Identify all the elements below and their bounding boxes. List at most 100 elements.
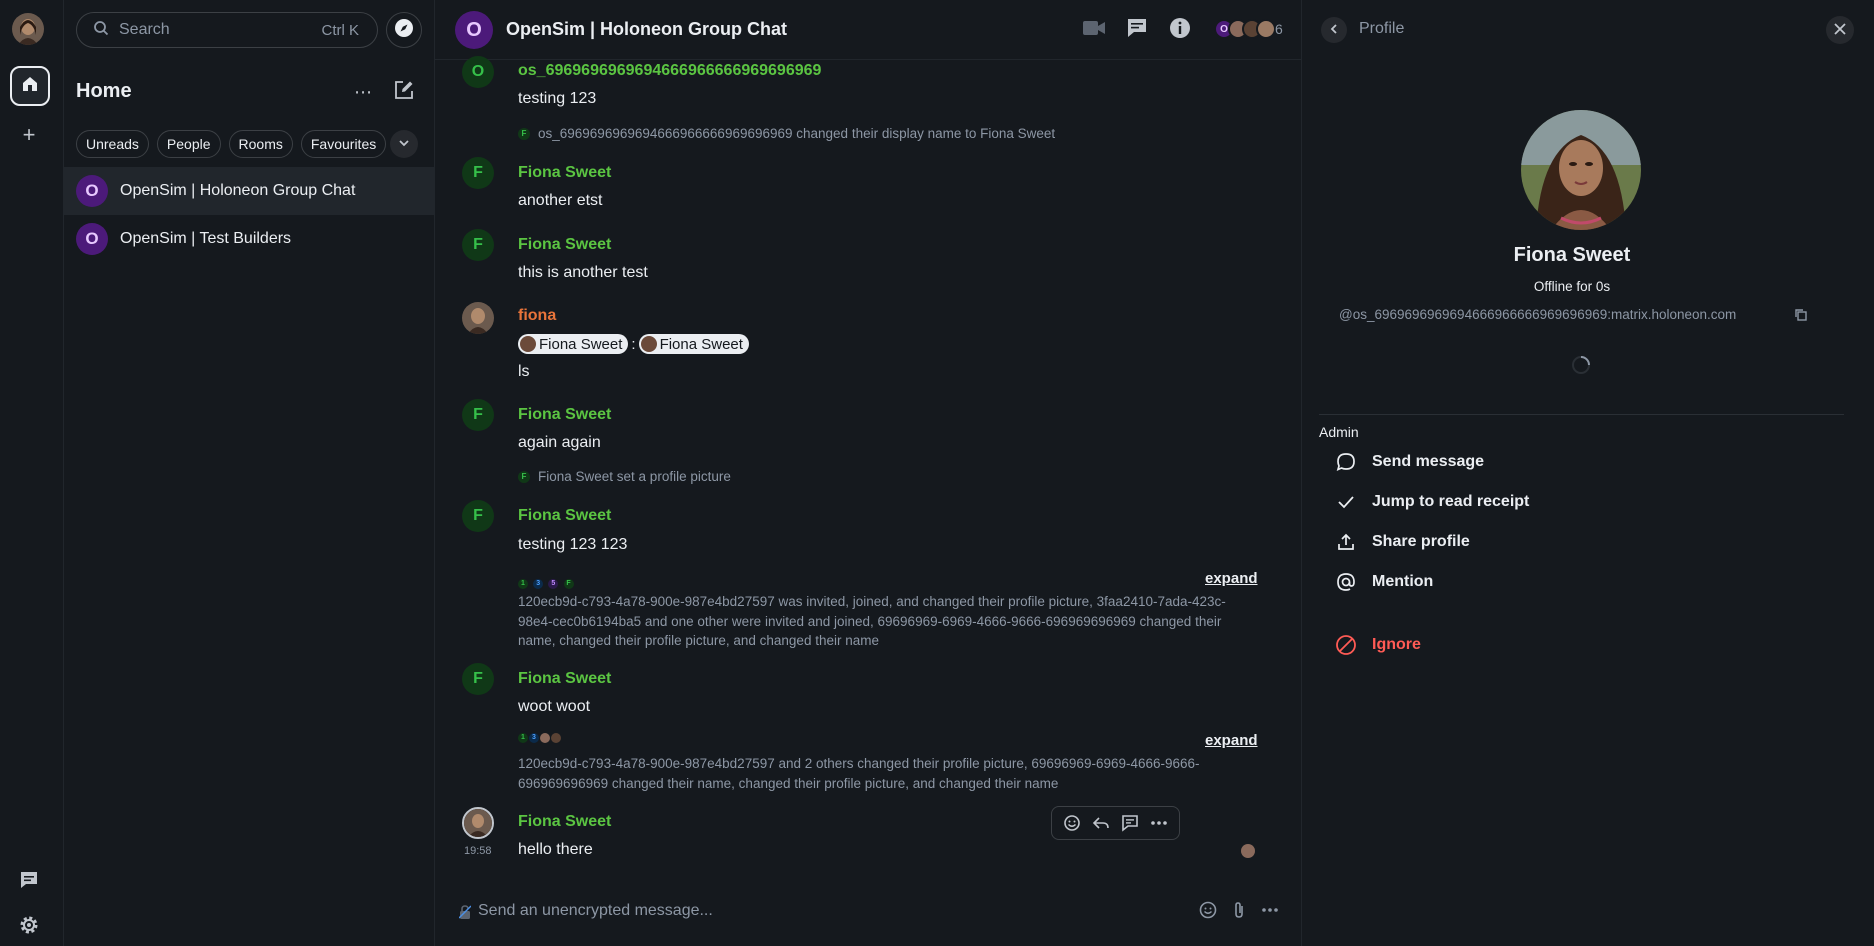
sender-avatar[interactable] (462, 807, 494, 839)
back-button[interactable] (1321, 17, 1347, 43)
summary-avatars: 1 3 (518, 733, 562, 743)
composer-input[interactable]: Send an unencrypted message... (478, 902, 713, 920)
video-call-icon (1083, 20, 1105, 40)
copy-user-id-button[interactable] (1793, 308, 1809, 324)
reply-button[interactable] (1091, 813, 1111, 833)
search-placeholder: Search (119, 21, 170, 38)
sender-name[interactable]: Fiona Sweet (518, 236, 611, 254)
filter-rooms[interactable]: Rooms (228, 130, 293, 158)
message-body: this is another test (518, 264, 648, 281)
summary-line: 120ecb9d-c793-4a78-900e-987e4bd27597 was… (518, 594, 1226, 609)
state-event-avatar: F (518, 127, 530, 140)
user-pill[interactable]: Fiona Sweet (518, 334, 629, 354)
emoji-icon (1062, 813, 1082, 833)
sender-name[interactable]: Fiona Sweet (518, 507, 611, 525)
compass-icon (394, 18, 414, 42)
sender-name[interactable]: Fiona Sweet (518, 813, 611, 831)
home-space-button[interactable] (10, 66, 50, 106)
user-pill-name: Fiona Sweet (659, 335, 743, 353)
filters-dropdown-button[interactable] (390, 130, 418, 158)
summary-line: name, changed their profile picture, and… (518, 633, 879, 648)
message-body: woot woot (518, 698, 591, 715)
room-item-holoneon-group-chat[interactable]: O OpenSim | Holoneon Group Chat (64, 167, 434, 215)
message-body: hello there (518, 841, 593, 858)
expand-summary-link[interactable]: expand (1205, 570, 1258, 587)
chat-bubble-icon (1335, 451, 1357, 473)
action-label: Share profile (1372, 533, 1470, 550)
room-header-avatar[interactable]: O (455, 11, 493, 49)
reply-in-thread-button[interactable] (1120, 813, 1140, 833)
pill-avatar (640, 336, 657, 352)
action-label: Ignore (1372, 636, 1421, 653)
sender-name[interactable]: fiona (518, 307, 556, 325)
jump-to-read-receipt-button[interactable]: Jump to read receipt (1335, 488, 1529, 516)
action-label: Send message (1372, 453, 1485, 470)
loading-spinner-icon (1570, 354, 1592, 376)
emoji-button[interactable] (1198, 901, 1218, 922)
ignore-user-button[interactable]: Ignore (1335, 631, 1421, 659)
video-call-button[interactable] (1082, 18, 1106, 42)
sender-name[interactable]: Fiona Sweet (518, 670, 611, 688)
room-header: O OpenSim | Holoneon Group Chat O 6 (435, 0, 1301, 60)
action-label: Jump to read receipt (1372, 493, 1530, 510)
member-count[interactable]: 6 (1275, 21, 1283, 37)
message-body: another etst (518, 192, 603, 209)
share-profile-button[interactable]: Share profile (1335, 528, 1470, 556)
paperclip-icon (1232, 901, 1246, 923)
explore-rooms-button[interactable] (386, 12, 422, 48)
message-composer: Send an unencrypted message... (435, 892, 1301, 932)
search-shortcut: Ctrl K (321, 21, 360, 39)
reply-icon (1091, 813, 1111, 833)
membership-summary: 120ecb9d-c793-4a78-900e-987e4bd27597 and… (518, 754, 1258, 793)
compose-button[interactable] (392, 80, 416, 104)
threads-button[interactable] (17, 870, 41, 894)
room-timeline: O OpenSim | Holoneon Group Chat O 6 O os… (435, 0, 1301, 946)
message-body: testing 123 (518, 90, 597, 107)
threads-header-button[interactable] (1125, 18, 1149, 42)
user-avatar[interactable] (12, 13, 44, 45)
mention-separator: : (631, 335, 636, 353)
member-faces[interactable]: O (1214, 19, 1276, 39)
read-receipt-avatar[interactable] (1241, 844, 1255, 858)
filter-people[interactable]: People (156, 130, 221, 158)
sender-avatar[interactable]: F (462, 500, 494, 532)
create-space-button[interactable]: + (18, 124, 40, 146)
state-event-avatar: F (518, 470, 530, 483)
close-panel-button[interactable] (1826, 16, 1854, 44)
room-item-test-builders[interactable]: O OpenSim | Test Builders (64, 215, 434, 263)
filter-favourites[interactable]: Favourites (300, 130, 387, 158)
send-message-button[interactable]: Send message (1335, 448, 1484, 476)
message-options-button[interactable] (1149, 813, 1169, 833)
summary-avatar (540, 733, 550, 743)
mention-button[interactable]: Mention (1335, 568, 1433, 596)
info-icon (1169, 17, 1191, 43)
space-rail: + (0, 0, 64, 946)
profile-avatar[interactable] (1521, 110, 1641, 230)
threads-icon (1126, 17, 1148, 43)
sender-avatar[interactable]: F (462, 157, 494, 189)
user-pill[interactable]: Fiona Sweet (638, 334, 749, 354)
react-button[interactable] (1062, 813, 1082, 833)
sender-avatar[interactable] (462, 302, 494, 334)
sender-avatar[interactable]: F (462, 399, 494, 431)
filter-unreads[interactable]: Unreads (76, 130, 149, 158)
composer-more-button[interactable] (1260, 902, 1280, 922)
sender-avatar[interactable]: O (462, 56, 494, 88)
sender-name[interactable]: Fiona Sweet (518, 406, 611, 424)
expand-summary-link[interactable]: expand (1205, 732, 1258, 749)
room-info-button[interactable] (1168, 18, 1192, 42)
sender-avatar[interactable]: F (462, 229, 494, 261)
sender-name[interactable]: Fiona Sweet (518, 164, 611, 182)
search-input[interactable]: Search Ctrl K (76, 12, 378, 48)
settings-button[interactable] (17, 915, 41, 939)
share-icon (1335, 531, 1357, 553)
room-header-title[interactable]: OpenSim | Holoneon Group Chat (506, 19, 787, 40)
room-name: OpenSim | Holoneon Group Chat (120, 182, 356, 199)
sender-name[interactable]: os_6969696969694666966666969696969 (518, 62, 821, 80)
sender-avatar[interactable]: F (462, 663, 494, 695)
more-options-button[interactable]: ⋯ (354, 82, 376, 102)
state-event-text: os_6969696969694666966666969696969 chang… (538, 126, 1056, 141)
attachment-button[interactable] (1229, 902, 1249, 922)
threads-icon (18, 869, 40, 895)
state-event-text: Fiona Sweet set a profile picture (538, 469, 731, 484)
